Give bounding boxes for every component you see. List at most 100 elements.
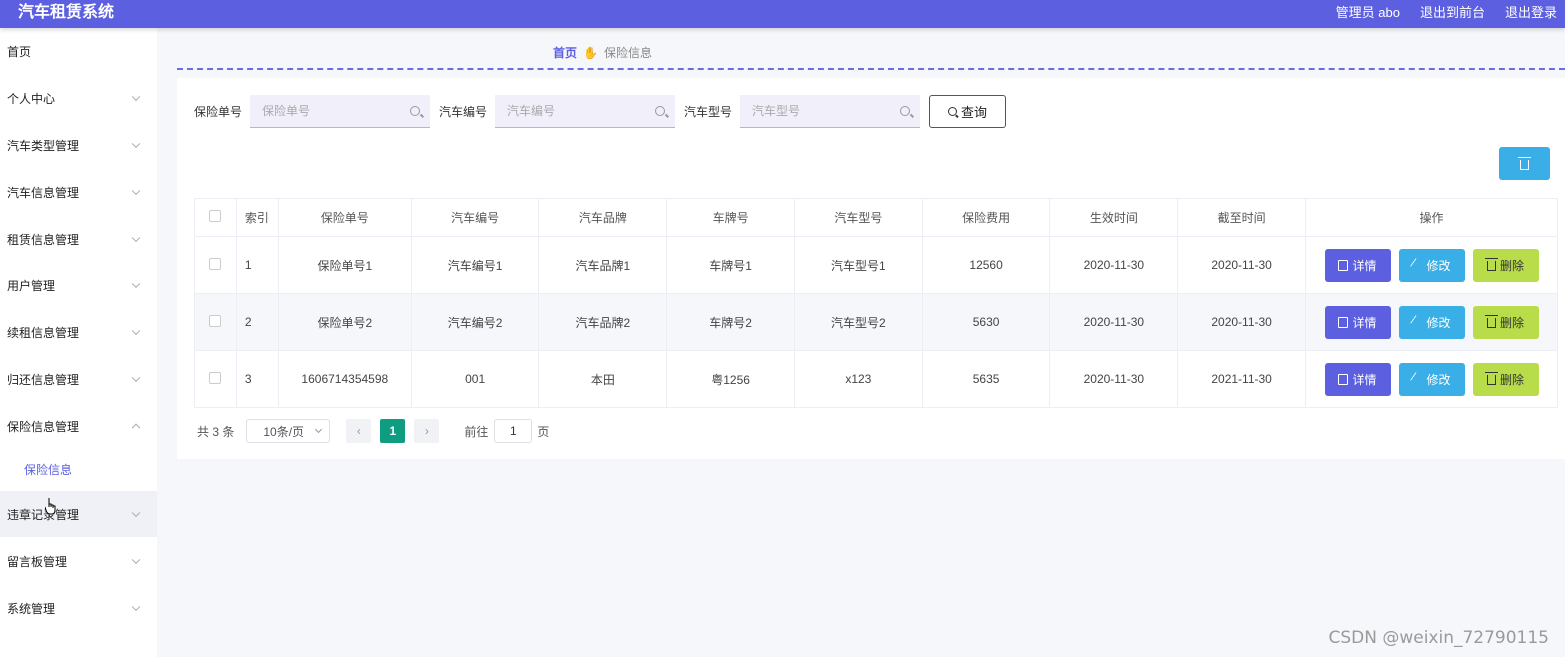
sidebar-item-label: 用户管理	[7, 278, 56, 293]
sidebar-item-insurance[interactable]: 保险信息管理	[0, 403, 157, 449]
query-button-label: 查询	[960, 105, 987, 120]
delete-button[interactable]: 删除	[1472, 248, 1539, 282]
logout-link[interactable]: 退出登录	[1505, 4, 1557, 22]
edit-button[interactable]: 修改	[1398, 248, 1465, 282]
column-header: 汽车编号	[410, 198, 540, 237]
pen-icon	[1410, 258, 1425, 272]
cell-car-no: 001	[410, 350, 540, 408]
sidebar-subitem-insurance-info[interactable]: 保险信息	[0, 451, 157, 487]
sidebar-item-label: 归还信息管理	[7, 372, 80, 387]
cell-actions: 详情 修改 删除	[1305, 293, 1558, 351]
cell-brand: 本田	[538, 350, 668, 408]
row-select-cell	[194, 350, 237, 408]
delete-button[interactable]: 删除	[1472, 305, 1539, 339]
sidebar-item-label: 系统管理	[7, 601, 56, 616]
sidebar-item-label: 汽车类型管理	[7, 138, 80, 153]
model-search-field[interactable]	[740, 95, 920, 128]
chevron-down-icon	[131, 233, 141, 243]
row-checkbox[interactable]	[209, 257, 222, 270]
edit-button-label: 修改	[1426, 258, 1451, 273]
sidebar-item-violation[interactable]: 违章记录管理	[0, 491, 157, 537]
cell-car-no: 汽车编号1	[410, 236, 540, 294]
chevron-down-icon	[131, 139, 141, 149]
table-row: 1 保险单号1 汽车编号1 汽车品牌1 车牌号1 汽车型号1 12560 202…	[194, 236, 1558, 294]
pen-icon	[1410, 315, 1425, 329]
edit-button[interactable]: 修改	[1398, 305, 1465, 339]
cell-actions: 详情 修改 删除	[1305, 350, 1558, 408]
column-header: 保险单号	[277, 198, 412, 237]
sidebar-item-car-type[interactable]: 汽车类型管理	[0, 122, 157, 168]
column-header: 截至时间	[1177, 198, 1306, 237]
cell-end: 2021-11-30	[1177, 350, 1306, 408]
sidebar-item-users[interactable]: 用户管理	[0, 262, 157, 308]
row-select-cell	[194, 293, 237, 351]
cell-end: 2020-11-30	[1177, 236, 1306, 294]
bulk-delete-button[interactable]	[1499, 147, 1550, 180]
cell-brand: 汽车品牌2	[538, 293, 668, 351]
cell-start: 2020-11-30	[1049, 350, 1179, 408]
sidebar-item-personal[interactable]: 个人中心	[0, 75, 157, 121]
prev-page-button[interactable]: ‹	[346, 419, 372, 443]
sidebar-item-rental[interactable]: 租赁信息管理	[0, 216, 157, 262]
sidebar-item-return[interactable]: 归还信息管理	[0, 356, 157, 402]
detail-button-label: 详情	[1352, 258, 1377, 273]
cell-fee: 5635	[921, 350, 1051, 408]
to-front-link[interactable]: 退出到前台	[1420, 4, 1485, 22]
page-size-select[interactable]: 10条/页	[246, 419, 331, 443]
sidebar-item-label: 续租信息管理	[7, 325, 80, 340]
hand-cursor-icon	[45, 498, 56, 515]
model-search-label: 汽车型号	[684, 105, 733, 119]
row-select-cell	[194, 236, 237, 294]
chevron-down-icon	[131, 555, 141, 565]
column-header: 保险费用	[921, 198, 1051, 237]
sidebar-item-label: 租赁信息管理	[7, 232, 80, 247]
sidebar-item-home[interactable]: 首页	[0, 28, 157, 74]
breadcrumb-current: 保险信息	[603, 46, 652, 60]
pen-icon	[1410, 372, 1425, 386]
pagination: 共 3 条 10条/页 ‹ 1 › 前往 页	[197, 419, 549, 443]
trash-icon	[1484, 258, 1498, 271]
car-no-search-label: 汽车编号	[439, 105, 488, 119]
divider	[177, 68, 1565, 70]
page-number-button[interactable]: 1	[380, 419, 406, 443]
car-no-search-input[interactable]	[507, 104, 637, 118]
goto-unit: 页	[537, 424, 550, 439]
model-search-input[interactable]	[752, 104, 882, 118]
search-icon	[900, 106, 910, 116]
column-header: 操作	[1305, 198, 1558, 237]
watermark: CSDN @weixin_72790115	[1328, 628, 1549, 648]
sidebar-item-message[interactable]: 留言板管理	[0, 538, 157, 584]
row-checkbox[interactable]	[209, 314, 222, 327]
row-checkbox[interactable]	[209, 371, 222, 384]
top-header: 汽车租赁系统 管理员 abo 退出到前台 退出登录	[0, 0, 1565, 28]
cell-index: 2	[235, 293, 279, 351]
sidebar-item-system[interactable]: 系统管理	[0, 585, 157, 631]
sidebar-item-label: 保险信息管理	[7, 419, 80, 434]
search-icon	[410, 106, 420, 116]
detail-button[interactable]: 详情	[1324, 305, 1391, 339]
detail-button[interactable]: 详情	[1324, 248, 1391, 282]
sidebar-item-renewal[interactable]: 续租信息管理	[0, 309, 157, 355]
column-header: 汽车品牌	[538, 198, 668, 237]
chevron-down-icon	[131, 508, 141, 518]
policy-search-label: 保险单号	[194, 105, 243, 119]
detail-button[interactable]: 详情	[1324, 362, 1391, 396]
cell-fee: 5630	[921, 293, 1051, 351]
goto-page-input[interactable]	[494, 419, 533, 443]
chevron-down-icon	[131, 186, 141, 196]
sidebar-item-car-info[interactable]: 汽车信息管理	[0, 169, 157, 215]
delete-button[interactable]: 删除	[1472, 362, 1539, 396]
next-page-button[interactable]: ›	[414, 419, 440, 443]
car-no-search-field[interactable]	[495, 95, 675, 128]
policy-search-input[interactable]	[262, 104, 392, 118]
policy-search-field[interactable]	[250, 95, 430, 128]
column-header: 汽车型号	[793, 198, 923, 237]
cell-plate: 车牌号1	[666, 236, 795, 294]
trash-icon	[1484, 315, 1498, 328]
edit-button[interactable]: 修改	[1398, 362, 1465, 396]
breadcrumb-home[interactable]: 首页	[553, 44, 577, 61]
select-all-checkbox[interactable]	[209, 210, 222, 222]
query-button[interactable]: 查询	[929, 95, 1006, 128]
user-name: 管理员 abo	[1335, 5, 1400, 20]
document-icon	[1338, 316, 1349, 328]
